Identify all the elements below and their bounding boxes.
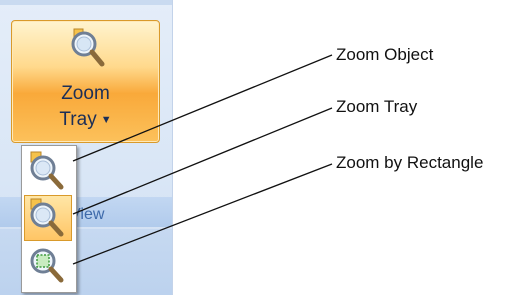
leader-line-zoom-by-rectangle bbox=[72, 163, 333, 265]
callout-zoom-object: Zoom Object bbox=[336, 45, 434, 64]
callout-zoom-by-rectangle: Zoom by Rectangle bbox=[336, 153, 484, 172]
leader-line-zoom-object bbox=[72, 54, 333, 162]
callout-leader-lines bbox=[72, 54, 333, 265]
leader-line-zoom-tray bbox=[72, 107, 333, 215]
callout-zoom-tray: Zoom Tray bbox=[336, 97, 418, 116]
